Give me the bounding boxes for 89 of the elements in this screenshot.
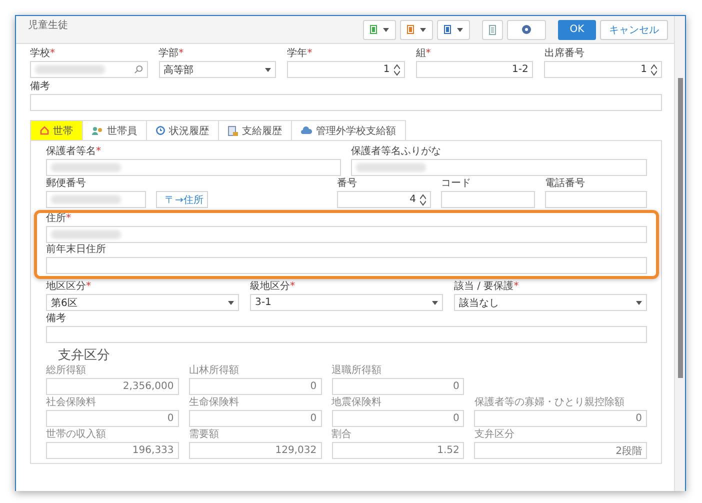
cloud-icon <box>301 126 312 135</box>
cancel-button[interactable]: キャンセル <box>600 20 668 40</box>
input-field[interactable] <box>441 191 535 208</box>
clock-icon <box>156 126 165 135</box>
select-field[interactable]: 第6区 <box>46 294 239 311</box>
field-label: 地区区分* <box>46 281 92 292</box>
field-label: 保護者等の寡婦・ひとり親控除額 <box>474 397 626 408</box>
field-label: 山林所得額 <box>188 365 240 376</box>
document-menu-button[interactable] <box>437 20 470 40</box>
input-field[interactable]: 0 <box>332 410 464 427</box>
caret-icon <box>228 300 234 304</box>
number-field[interactable]: 1 <box>544 61 662 78</box>
field-label: 退職所得額 <box>332 365 383 376</box>
tab[interactable]: 世帯 <box>30 120 83 140</box>
field-label: 需要額 <box>188 429 220 440</box>
field-label: 社会保険料 <box>46 397 97 408</box>
select-field[interactable]: 3-1 <box>250 294 443 311</box>
field-label: 級地区分* <box>250 281 296 292</box>
input-field[interactable]: 0 <box>474 410 647 427</box>
field-label: 世帯の収入額 <box>46 429 107 440</box>
input-field[interactable] <box>46 159 341 176</box>
field-label: 生命保険料 <box>188 397 240 408</box>
select-field[interactable]: 該当なし <box>454 294 647 311</box>
field-label: 前年末日住所 <box>46 244 107 255</box>
input-field[interactable] <box>545 191 647 208</box>
field-label: 番号 <box>337 178 358 189</box>
document-icon <box>228 126 238 136</box>
ok-button[interactable]: OK <box>558 20 596 40</box>
input-field[interactable]: 1-2 <box>416 61 534 78</box>
field-label: 電話番号 <box>545 178 586 189</box>
number-field[interactable]: 4 <box>337 191 431 208</box>
caret-icon <box>457 28 463 32</box>
field-label: 割合 <box>332 429 353 440</box>
spinner-arrows-icon[interactable] <box>420 194 426 206</box>
calculator-button[interactable] <box>482 20 503 40</box>
field-label: 学校* <box>30 48 56 59</box>
document-menu-button[interactable] <box>400 20 433 40</box>
document-menu-button[interactable] <box>363 20 396 40</box>
field-label: 該当 / 要保護* <box>454 281 520 292</box>
input-field[interactable] <box>351 159 647 176</box>
caret-icon <box>636 300 642 304</box>
calculator-icon <box>489 24 496 34</box>
field-label: 出席番号 <box>544 48 586 59</box>
input-field[interactable]: 0 <box>332 378 464 395</box>
input-field[interactable] <box>46 326 647 343</box>
people-icon <box>92 126 103 135</box>
input-field[interactable]: 129,032 <box>188 442 322 459</box>
field-label: 組* <box>416 48 432 59</box>
caret-icon <box>383 28 389 32</box>
number-field[interactable]: 1 <box>287 61 405 78</box>
field-label: 保護者等名ふりがな <box>351 146 442 157</box>
field-label: 備考 <box>46 313 67 324</box>
select-field[interactable]: 高等部 <box>158 61 276 78</box>
input-field[interactable]: 0 <box>46 410 179 427</box>
input-field[interactable] <box>46 226 647 243</box>
window-title: 児童生徒 <box>28 18 68 32</box>
field-label: コード <box>441 178 472 189</box>
caret-icon <box>432 300 438 304</box>
caret-icon <box>420 28 426 32</box>
input-field[interactable]: 2,356,000 <box>46 378 179 395</box>
tab[interactable]: 管理外学校支給額 <box>291 120 406 140</box>
help-button[interactable] <box>507 20 546 40</box>
field-label: 備考 <box>30 81 51 92</box>
input-field[interactable]: 1.52 <box>332 442 464 459</box>
field-label: 郵便番号 <box>46 178 87 189</box>
search-icon[interactable] <box>134 65 143 74</box>
input-field[interactable]: 2段階 <box>474 442 647 459</box>
input-field[interactable] <box>46 191 146 208</box>
field-label: 住所* <box>46 213 72 224</box>
spinner-arrows-icon[interactable] <box>650 64 657 76</box>
help-icon <box>522 25 531 34</box>
input-field[interactable]: 0 <box>188 410 322 427</box>
field-label: 学部* <box>158 48 185 59</box>
spinner-arrows-icon[interactable] <box>394 64 400 76</box>
caret-icon <box>265 68 272 72</box>
input-field[interactable]: 0 <box>188 378 322 395</box>
section-heading: 支弁区分 <box>58 348 111 363</box>
field-label: 地震保険料 <box>332 397 383 408</box>
search-field[interactable] <box>30 61 148 78</box>
input-field[interactable]: 196,333 <box>46 442 179 459</box>
scrollbar[interactable] <box>674 16 685 491</box>
home-icon <box>40 126 49 135</box>
field-label: 保護者等名* <box>46 146 102 157</box>
input-field[interactable] <box>46 257 647 274</box>
input-field[interactable] <box>30 94 662 111</box>
field-label: 支弁区分 <box>474 429 516 440</box>
field-label: 総所得額 <box>46 365 87 376</box>
field-label: 学年* <box>287 48 314 59</box>
postal-lookup-button[interactable]: 〒→住所 <box>156 191 208 208</box>
